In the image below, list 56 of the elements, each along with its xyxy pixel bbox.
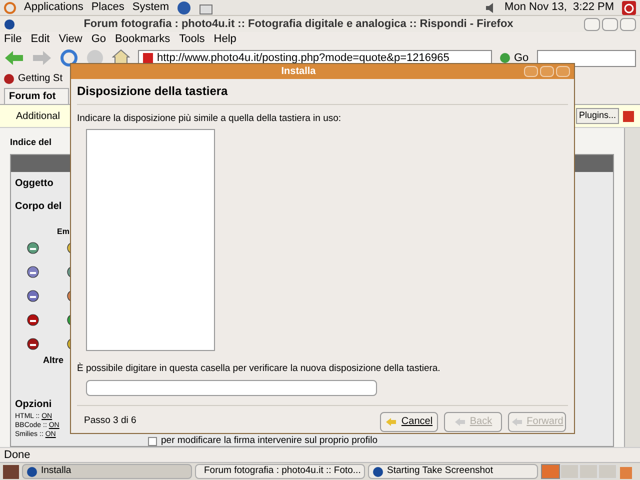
panel-menu[interactable]: Places [91, 0, 124, 16]
menu-item[interactable]: Tools [179, 30, 205, 48]
row-label: Corpo del [15, 200, 62, 214]
panel-menu[interactable]: System [132, 0, 170, 16]
arrow-icon [385, 416, 398, 426]
power-icon[interactable] [622, 0, 636, 14]
browser-tab[interactable]: Forum fot [4, 88, 69, 104]
plugins-button[interactable]: Plugins... [576, 108, 619, 124]
options-title: Opzioni [15, 398, 52, 412]
back-arrow-icon[interactable] [4, 50, 24, 66]
test-field[interactable] [86, 380, 377, 396]
maximize-button[interactable] [602, 18, 618, 30]
close-button[interactable] [620, 18, 636, 30]
menu-item[interactable]: View [58, 30, 82, 48]
search-field[interactable] [536, 50, 636, 66]
breadcrumb[interactable]: Indice del [10, 136, 52, 150]
checkbox-label: per modificare la firma intervenire sul proprio profilo [161, 436, 378, 446]
menu-item[interactable]: Help [214, 30, 236, 48]
prompt-text: Indicare la disposizione più simile a quella della tastiera in uso: [77, 112, 342, 126]
more-link[interactable]: Altre [43, 354, 64, 367]
test-label: È possibile digitare in questa casella per verificare la nuova disposizione della tastiera. [77, 362, 440, 376]
close-icon[interactable] [623, 110, 634, 122]
row-label: Oggetto [15, 176, 54, 190]
window-title: Installa [280, 65, 317, 79]
panel-menu[interactable]: Applications [24, 0, 84, 16]
scrollbar[interactable] [624, 128, 640, 447]
globe-icon [4, 18, 15, 30]
minimize-button[interactable] [584, 18, 600, 30]
site-icon [143, 53, 153, 63]
layout-list[interactable] [86, 129, 215, 352]
status-text: Done [4, 448, 30, 463]
menu-item[interactable]: Bookmarks [115, 30, 170, 48]
checkbox[interactable] [148, 436, 157, 446]
taskbar-button[interactable]: Forum fotografia : photo4u.it :: Foto... [195, 464, 365, 479]
wizard-button[interactable]: Cancel [380, 412, 438, 432]
reload-icon[interactable] [60, 49, 78, 67]
bookmark[interactable]: Getting St [18, 71, 62, 86]
go-button[interactable]: Go [500, 50, 529, 66]
arrow-icon [510, 416, 523, 426]
menu-item[interactable]: Edit [30, 30, 50, 48]
go-icon [500, 53, 510, 63]
arrow-icon [454, 416, 466, 426]
emoticons-title: Em [57, 226, 70, 238]
forward-arrow-icon[interactable] [32, 50, 52, 66]
menu-item[interactable]: Go [91, 30, 106, 48]
window-title: Forum fotografia : photo4u.it :: Fotografia digitale e analogica :: Rispondi - Firefox [82, 16, 514, 32]
taskbar-button[interactable]: Starting Take Screenshot [368, 464, 538, 479]
info-message: Additional [16, 110, 60, 124]
globe-icon[interactable] [177, 0, 192, 14]
bookmark-icon [4, 74, 14, 84]
logo-icon[interactable] [4, 2, 16, 14]
taskbar-button[interactable]: Installa [22, 464, 192, 479]
dialog-heading: Disposizione della tastiera [77, 82, 568, 105]
clock[interactable]: Mon Nov 13, 3:22 PM [504, 0, 614, 16]
step-text: Passo 3 di 6 [84, 414, 138, 428]
menu-item[interactable]: File [4, 30, 22, 48]
